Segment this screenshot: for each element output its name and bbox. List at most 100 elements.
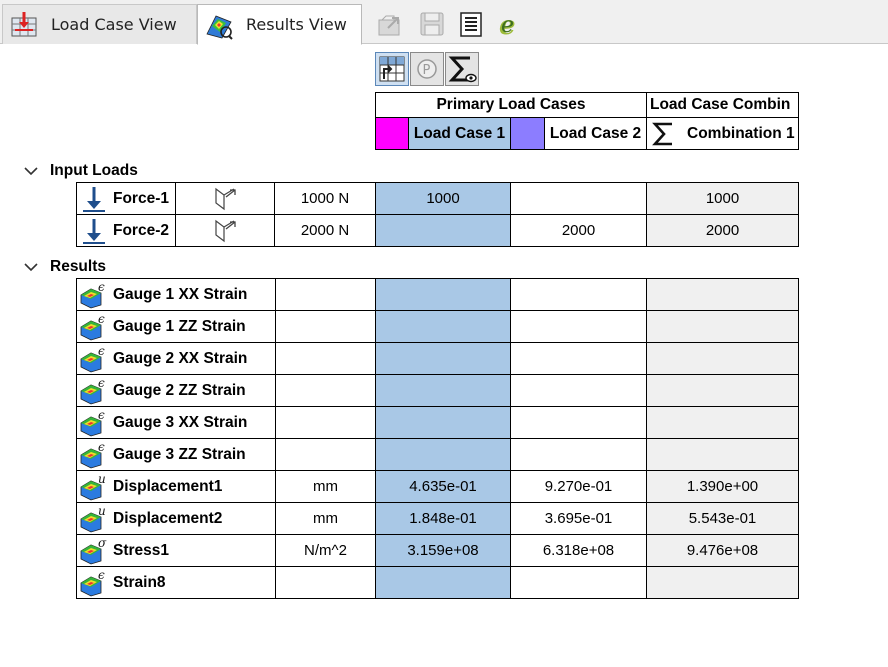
result-plot-icon: ϵ — [80, 345, 105, 372]
result-name-cell[interactable]: ϵ Gauge 2 XX Strain — [76, 342, 276, 375]
load-case-2-value: 9.270e-01 — [544, 478, 613, 495]
tab-load-case-view[interactable]: Load Case View — [2, 4, 197, 44]
load-case-1-value-cell[interactable]: 1000 — [375, 182, 511, 215]
result-name: Gauge 1 XX Strain — [113, 285, 248, 303]
load-case-1-value-cell[interactable] — [375, 278, 511, 311]
direction-icon — [215, 187, 236, 210]
combination-value: 1000 — [705, 190, 740, 207]
load-magnitude-cell: 2000 N — [274, 214, 376, 247]
load-case-1-value-cell[interactable] — [375, 374, 511, 407]
direction-icon — [215, 219, 236, 242]
load-direction-cell[interactable] — [175, 214, 275, 247]
result-name: Displacement1 — [113, 477, 223, 495]
result-name-cell[interactable]: ϵ Gauge 2 ZZ Strain — [76, 374, 276, 407]
load-case-1-value-cell[interactable] — [375, 310, 511, 343]
load-case-2-value-cell[interactable] — [510, 342, 647, 375]
result-units-cell — [275, 310, 376, 343]
load-case-view-icon — [11, 11, 37, 36]
load-case-2-value-cell[interactable] — [510, 310, 647, 343]
result-units-cell: N/m^2 — [275, 534, 376, 567]
header-label: Load Case Combin — [650, 96, 791, 113]
load-case-2-value-cell[interactable]: 3.695e-01 — [510, 502, 647, 535]
result-name-cell[interactable]: ϵ Gauge 3 XX Strain — [76, 406, 276, 439]
result-plot-icon: ϵ — [80, 377, 105, 404]
load-direction-cell[interactable] — [175, 182, 275, 215]
combination-value-cell: 1.390e+00 — [646, 470, 799, 503]
load-case-1-value-cell[interactable] — [375, 342, 511, 375]
result-name: Gauge 3 XX Strain — [113, 413, 248, 431]
combination-value-cell — [646, 374, 799, 407]
result-name-cell[interactable]: ϵ Gauge 1 ZZ Strain — [76, 310, 276, 343]
load-case-1-value-cell[interactable] — [375, 566, 511, 599]
force-arrow-icon — [83, 186, 105, 212]
result-name-cell[interactable]: σ Stress1 — [76, 534, 276, 567]
import-icon[interactable] — [376, 10, 404, 38]
result-name-cell[interactable]: ϵ Gauge 3 ZZ Strain — [76, 438, 276, 471]
table-view-icon — [379, 56, 405, 82]
load-case-2-value-cell[interactable] — [510, 374, 647, 407]
combination-value-cell — [646, 278, 799, 311]
load-case-1-value-cell[interactable] — [375, 438, 511, 471]
chevron-down-icon — [24, 263, 38, 272]
result-name-cell[interactable]: ϵ Gauge 1 XX Strain — [76, 278, 276, 311]
load-case-1-value: 4.635e-01 — [409, 478, 477, 495]
input-load-name-cell[interactable]: Force-2 — [76, 214, 176, 247]
load-case-1-header[interactable]: Load Case 1 — [408, 117, 511, 150]
result-name: Displacement2 — [113, 509, 223, 527]
load-case-2-value-cell[interactable]: 6.318e+08 — [510, 534, 647, 567]
result-units: mm — [313, 478, 338, 495]
svg-text:ϵ: ϵ — [98, 409, 105, 422]
load-name: Force-1 — [113, 189, 169, 207]
sum-button[interactable] — [445, 52, 479, 86]
combination-value-cell — [646, 438, 799, 471]
result-name-cell[interactable]: ϵ Strain8 — [76, 566, 276, 599]
load-case-1-value-cell[interactable] — [375, 406, 511, 439]
combination-value-cell: 1000 — [646, 182, 799, 215]
result-name-cell[interactable]: u Displacement2 — [76, 502, 276, 535]
input-load-name-cell[interactable]: Force-1 — [76, 182, 176, 215]
svg-text:ϵ: ϵ — [98, 441, 105, 454]
parameter-icon: P — [417, 59, 437, 79]
svg-text:P: P — [423, 63, 431, 78]
chevron-down-icon — [24, 167, 38, 176]
load-case-2-value-cell[interactable] — [510, 566, 647, 599]
combination-1-header[interactable]: Combination 1 — [646, 117, 799, 150]
combination-value-cell: 2000 — [646, 214, 799, 247]
load-case-1-value-cell[interactable]: 1.848e-01 — [375, 502, 511, 535]
parameter-button[interactable]: P — [410, 52, 444, 86]
load-case-1-value-cell[interactable]: 4.635e-01 — [375, 470, 511, 503]
input-loads-group-header[interactable]: Input Loads — [22, 160, 138, 182]
load-case-2-value-cell[interactable] — [510, 278, 647, 311]
force-arrow-icon — [83, 218, 105, 244]
table-view-button[interactable] — [375, 52, 409, 86]
load-case-1-value: 1.848e-01 — [409, 510, 477, 527]
svg-text:ϵ: ϵ — [98, 377, 105, 390]
load-case-2-value-cell[interactable]: 2000 — [510, 214, 647, 247]
tab-results-view[interactable]: Results View — [197, 4, 362, 45]
result-plot-icon: ϵ — [80, 569, 105, 596]
load-case-2-value-cell[interactable] — [510, 182, 647, 215]
load-case-1-color-swatch[interactable] — [375, 117, 409, 150]
load-case-2-color-swatch[interactable] — [510, 117, 545, 150]
result-name-cell[interactable]: u Displacement1 — [76, 470, 276, 503]
excel-export-icon[interactable]: e e — [496, 10, 524, 38]
load-magnitude: 2000 N — [300, 222, 350, 239]
sum-icon — [448, 56, 477, 83]
result-plot-icon: ϵ — [80, 409, 105, 436]
load-case-2-value-cell[interactable] — [510, 406, 647, 439]
combination-value-cell — [646, 310, 799, 343]
load-case-2-value-cell[interactable]: 9.270e-01 — [510, 470, 647, 503]
load-case-2-value-cell[interactable] — [510, 438, 647, 471]
svg-text:e: e — [501, 13, 514, 38]
result-units-cell — [275, 342, 376, 375]
save-icon[interactable] — [418, 10, 446, 38]
results-group-header[interactable]: Results — [22, 256, 106, 278]
list-icon[interactable] — [457, 10, 485, 38]
load-case-1-value-cell[interactable]: 3.159e+08 — [375, 534, 511, 567]
group-label: Input Loads — [50, 162, 138, 179]
result-plot-icon: ϵ — [80, 281, 105, 308]
load-case-2-header[interactable]: Load Case 2 — [544, 117, 647, 150]
load-case-1-value-cell[interactable] — [375, 214, 511, 247]
header-label: Combination 1 — [687, 124, 795, 142]
result-units-cell: mm — [275, 470, 376, 503]
